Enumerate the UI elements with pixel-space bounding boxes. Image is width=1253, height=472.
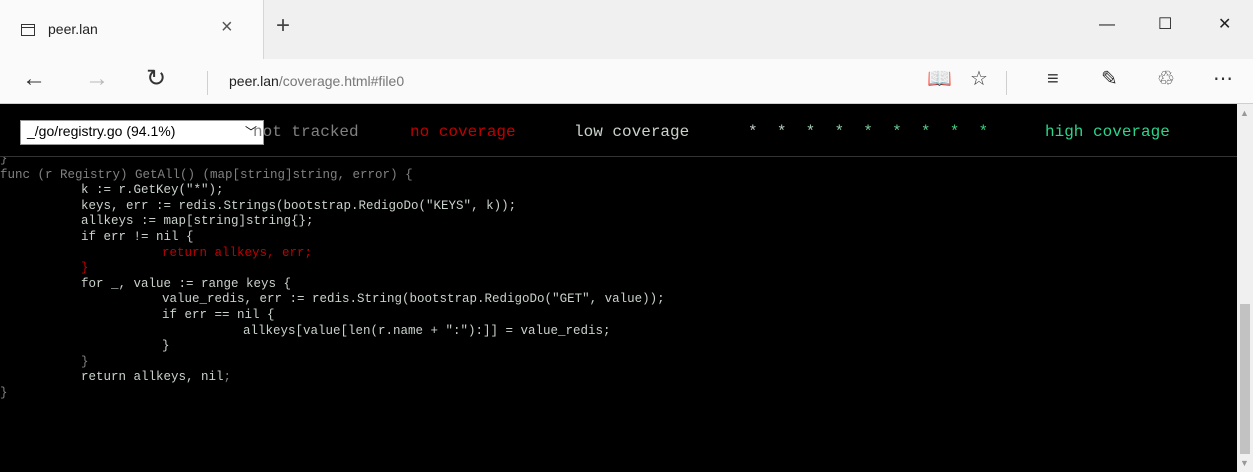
favorite-star-icon[interactable]: ☆ — [970, 69, 988, 89]
more-icon[interactable]: ⋯ — [1213, 69, 1233, 89]
legend-low-coverage: low coverage — [574, 123, 690, 141]
refresh-button[interactable]: ↻ — [146, 67, 166, 91]
code-line: allkeys := map[string]string{}; — [0, 214, 1237, 230]
share-icon[interactable]: ♲ — [1157, 69, 1175, 89]
coverage-page: } func (r Registry) GetAll() (map[string]… — [0, 104, 1253, 472]
code-text: } — [81, 354, 89, 369]
code-text: for _, value := range keys { — [81, 276, 292, 291]
code-text: } — [81, 261, 89, 276]
legend-high-coverage: high coverage — [1045, 123, 1170, 141]
code-text: func (r Registry) GetAll() (map[string]s… — [0, 167, 413, 182]
code-line: keys, err := redis.Strings(bootstrap.Red… — [0, 199, 1237, 215]
code-text: } — [0, 385, 8, 400]
code-text: return allkeys, nil — [81, 370, 224, 385]
address-separator — [207, 71, 208, 95]
legend-no-coverage: no coverage — [410, 123, 516, 141]
tab-title: peer.lan — [48, 21, 98, 37]
code-text: if err == nil { — [162, 307, 275, 322]
scroll-up-icon[interactable]: ▲ — [1240, 108, 1249, 118]
legend-star: * — [978, 123, 989, 141]
code-line: allkeys[value[len(r.name + ":"):]] = val… — [0, 324, 1237, 340]
code-text: allkeys[value[len(r.name + ":"):]] = val… — [243, 323, 611, 338]
toolbar-separator — [1006, 71, 1007, 95]
legend-star: * — [776, 123, 806, 141]
code-line: value_redis, err := redis.String(bootstr… — [0, 292, 1237, 308]
scrollbar-thumb[interactable] — [1240, 304, 1250, 454]
legend-gradient-stars: * * * * * * * * * — [748, 123, 988, 141]
legend-star: * — [863, 123, 893, 141]
legend-not-tracked: not tracked — [253, 123, 359, 141]
code-line: for _, value := range keys { — [0, 277, 1237, 293]
maximize-button[interactable]: ☐ — [1158, 15, 1172, 35]
browser-tab[interactable]: peer.lan × — [0, 0, 264, 59]
close-window-button[interactable]: ✕ — [1218, 15, 1231, 35]
code-line: func (r Registry) GetAll() (map[string]s… — [0, 168, 1237, 184]
address-path: /coverage.html#file0 — [278, 73, 405, 89]
code-text: allkeys := map[string]string{}; — [81, 214, 314, 229]
address-bar[interactable]: peer.lan/coverage.html#file0 — [229, 73, 404, 89]
legend-star: * — [949, 123, 979, 141]
address-host: peer.lan — [229, 73, 279, 89]
code-text: return allkeys, err; — [162, 245, 313, 260]
tab-bar: peer.lan × + — ☐ ✕ — [0, 0, 1253, 59]
legend-star: * — [920, 123, 950, 141]
tab-close-icon[interactable]: × — [221, 17, 233, 37]
code-line: if err == nil { — [0, 308, 1237, 324]
source-code: } func (r Registry) GetAll() (map[string]… — [0, 152, 1237, 402]
navigation-bar: ← → ↻ peer.lan/coverage.html#file0 📖 ☆ ≡… — [0, 59, 1253, 104]
legend-star: * — [834, 123, 864, 141]
code-text: keys, err := redis.Strings(bootstrap.Red… — [81, 198, 517, 213]
page-icon — [21, 24, 35, 36]
code-line: } — [0, 261, 1237, 277]
code-line: } — [0, 386, 1237, 402]
code-line: return allkeys, nil; — [0, 370, 1237, 386]
minimize-button[interactable]: — — [1099, 15, 1115, 35]
file-select[interactable]: _/go/registry.go (94.1%) ﹀ — [20, 120, 264, 145]
vertical-scrollbar[interactable]: ▲ ▼ — [1237, 104, 1253, 472]
code-line: return allkeys, err; — [0, 246, 1237, 262]
code-line: k := r.GetKey("*"); — [0, 183, 1237, 199]
web-note-icon[interactable]: ✎ — [1101, 69, 1118, 89]
code-tail: ; — [223, 370, 232, 385]
code-line: if err != nil { — [0, 230, 1237, 246]
reading-view-icon[interactable]: 📖 — [927, 69, 952, 89]
legend-star: * — [892, 123, 921, 141]
code-text: value_redis, err := redis.String(bootstr… — [162, 292, 665, 307]
scroll-down-icon[interactable]: ▼ — [1240, 458, 1249, 468]
code-line: } — [0, 339, 1237, 355]
code-text: if err != nil { — [81, 229, 194, 244]
legend-star: * — [805, 123, 835, 141]
file-select-value: _/go/registry.go (94.1%) — [27, 123, 176, 139]
code-text: } — [162, 339, 170, 354]
hub-icon[interactable]: ≡ — [1047, 69, 1059, 89]
back-button[interactable]: ← — [22, 67, 46, 91]
code-line: } — [0, 355, 1237, 371]
code-text: k := r.GetKey("*"); — [81, 183, 224, 198]
legend-star: * — [748, 123, 777, 141]
coverage-topbar: _/go/registry.go (94.1%) ﹀ not tracked n… — [0, 104, 1237, 157]
forward-button[interactable]: → — [85, 67, 109, 91]
new-tab-button[interactable]: + — [276, 14, 290, 38]
